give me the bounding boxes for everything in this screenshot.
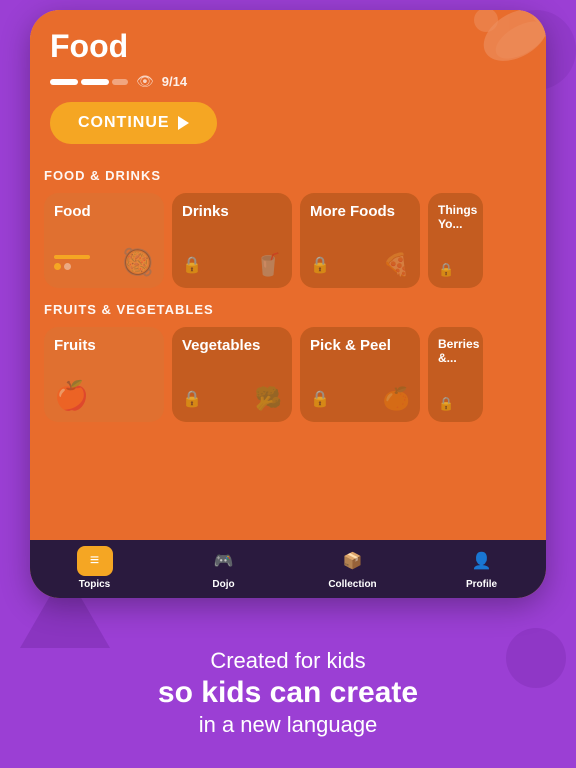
nav-item-dojo[interactable]: 🎮 Dojo <box>159 546 288 590</box>
drinks-icon-deco: 🥤 <box>255 252 282 278</box>
card-drinks[interactable]: Drinks 🔒 🥤 <box>172 193 292 288</box>
section-label-food-drinks: FOOD & DRINKS <box>44 168 532 183</box>
card-vegetables-title: Vegetables <box>182 337 282 354</box>
device-frame: Food 👁 9/14 CONTINUE FOOD & DRINKS <box>30 10 546 598</box>
more-foods-icon-deco: 🍕 <box>383 252 410 278</box>
food-icon-deco: 🥘 <box>122 247 154 278</box>
lock-icon-things: 🔒 <box>438 262 454 278</box>
fruits-icon-deco: 🍎 <box>54 379 89 412</box>
card-food-title: Food <box>54 203 154 220</box>
card-pick-peel[interactable]: Pick & Peel 🔒 🍊 <box>300 327 420 422</box>
card-fruits[interactable]: Fruits 🍎 <box>44 327 164 422</box>
card-dot-filled <box>54 263 61 270</box>
nav-item-collection[interactable]: 📦 Collection <box>288 546 417 590</box>
bottom-nav: ≡ Topics 🎮 Dojo 📦 Collection 👤 <box>30 540 546 598</box>
card-things-with-food[interactable]: Things Yo... 🔒 <box>428 193 483 288</box>
progress-bar <box>50 79 128 85</box>
card-dot-empty <box>64 263 71 270</box>
card-pick-peel-footer: 🔒 🍊 <box>310 386 410 412</box>
card-berries-footer: 🔒 <box>438 396 473 412</box>
card-pick-peel-title: Pick & Peel <box>310 337 410 354</box>
bottom-line-3: in a new language <box>0 712 576 738</box>
food-drinks-cards: Food 🥘 Drinks <box>44 193 532 288</box>
card-food[interactable]: Food 🥘 <box>44 193 164 288</box>
progress-row: 👁 9/14 <box>50 73 526 90</box>
nav-item-topics[interactable]: ≡ Topics <box>30 546 159 590</box>
continue-arrow-icon <box>178 116 189 130</box>
card-drinks-title: Drinks <box>182 203 282 220</box>
pick-peel-icon-deco: 🍊 <box>383 386 410 412</box>
continue-button[interactable]: CONTINUE <box>50 102 217 144</box>
card-fruits-title: Fruits <box>54 337 154 354</box>
continue-button-label: CONTINUE <box>78 114 170 132</box>
app-container: Food 👁 9/14 CONTINUE FOOD & DRINKS <box>30 10 546 598</box>
page-title: Food <box>50 28 526 65</box>
topics-icon: ≡ <box>77 546 113 576</box>
card-things-footer: 🔒 <box>438 262 473 278</box>
bottom-line-2: so kids can create <box>0 676 576 710</box>
card-berries[interactable]: Berries &... 🔒 <box>428 327 483 422</box>
card-food-footer: 🥘 <box>54 247 154 278</box>
card-fruits-footer: 🍎 <box>54 379 154 412</box>
profile-icon: 👤 <box>464 546 500 576</box>
card-progress-bar <box>54 255 90 259</box>
progress-count: 9/14 <box>162 74 187 89</box>
croissant-decoration <box>456 10 546 100</box>
dojo-icon: 🎮 <box>206 546 242 576</box>
card-things-title: Things Yo... <box>438 203 473 231</box>
section-label-fruits-veg: FRUITS & VEGETABLES <box>44 302 532 317</box>
lock-icon-vegetables: 🔒 <box>182 389 202 409</box>
nav-label-topics: Topics <box>79 579 110 590</box>
progress-seg-2 <box>81 79 109 85</box>
card-more-foods-footer: 🔒 🍕 <box>310 252 410 278</box>
lock-icon-berries: 🔒 <box>438 396 454 412</box>
progress-seg-3 <box>112 79 128 85</box>
lock-icon-drinks: 🔒 <box>182 255 202 275</box>
vegetables-icon-deco: 🥦 <box>255 386 282 412</box>
nav-item-profile[interactable]: 👤 Profile <box>417 546 546 590</box>
lock-icon-pick-peel: 🔒 <box>310 389 330 409</box>
app-header: Food 👁 9/14 CONTINUE <box>30 10 546 154</box>
card-vegetables-footer: 🔒 🥦 <box>182 386 282 412</box>
bottom-line-1: Created for kids <box>0 648 576 674</box>
progress-seg-1 <box>50 79 78 85</box>
collection-icon: 📦 <box>335 546 371 576</box>
lock-icon-more-foods: 🔒 <box>310 255 330 275</box>
app-content: FOOD & DRINKS Food 🥘 <box>30 154 546 540</box>
fruits-veg-cards: Fruits 🍎 Vegetables 🔒 🥦 Pick & Peel <box>44 327 532 422</box>
nav-label-profile: Profile <box>466 579 497 590</box>
card-vegetables[interactable]: Vegetables 🔒 🥦 <box>172 327 292 422</box>
card-berries-title: Berries &... <box>438 337 473 365</box>
eye-icon: 👁 <box>136 73 154 90</box>
card-more-foods[interactable]: More Foods 🔒 🍕 <box>300 193 420 288</box>
bottom-text-block: Created for kids so kids can create in a… <box>0 648 576 738</box>
card-more-foods-title: More Foods <box>310 203 410 220</box>
nav-label-collection: Collection <box>328 579 376 590</box>
nav-label-dojo: Dojo <box>212 579 234 590</box>
card-drinks-footer: 🔒 🥤 <box>182 252 282 278</box>
